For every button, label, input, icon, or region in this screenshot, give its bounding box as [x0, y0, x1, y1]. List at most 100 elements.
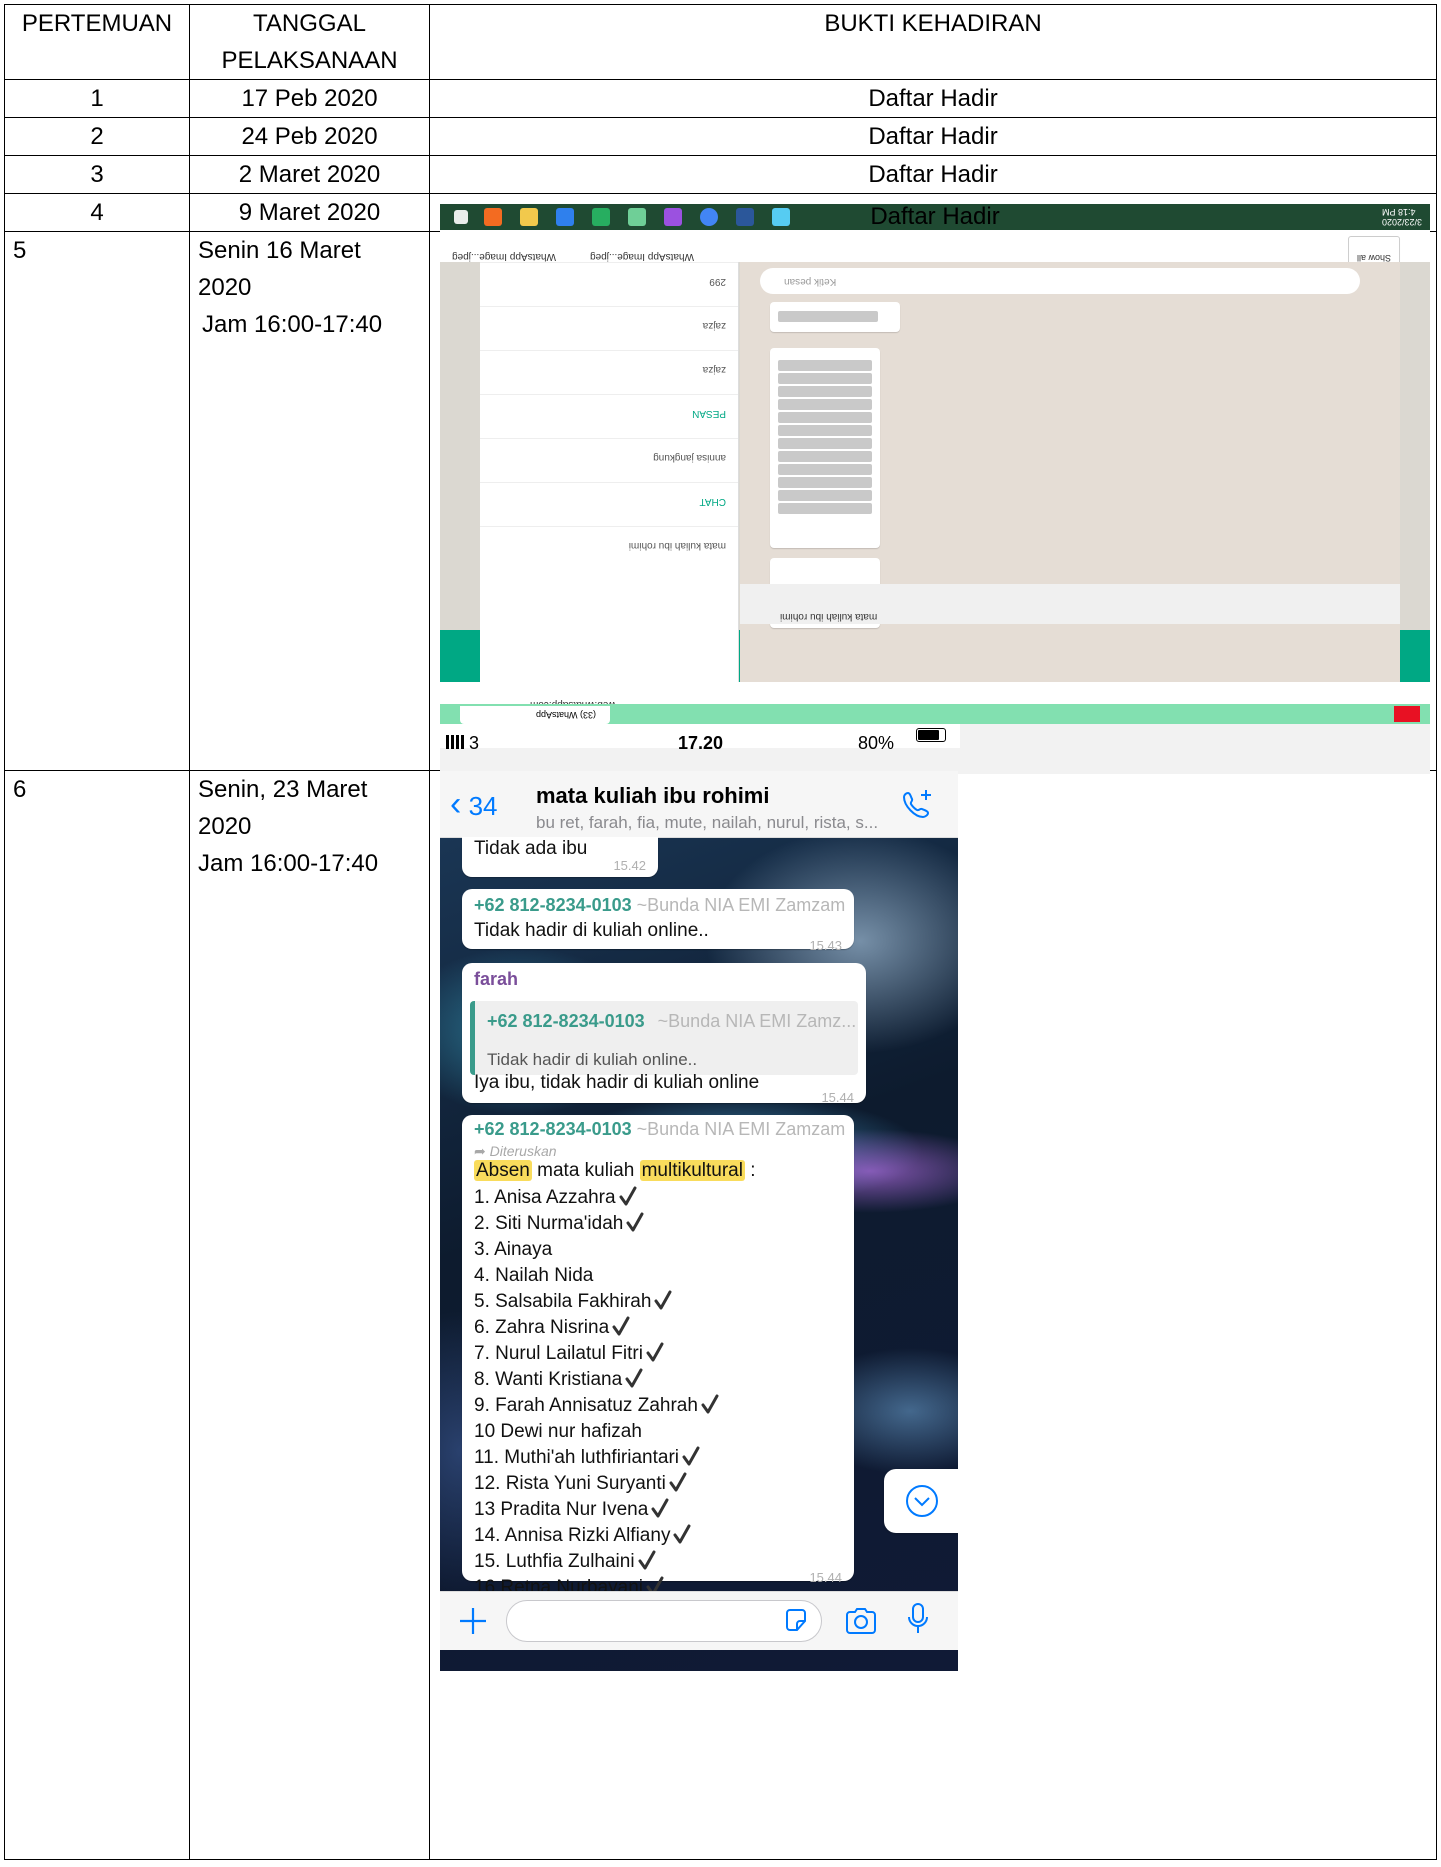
- checkmark-icon: [625, 1368, 643, 1388]
- table-row: 6 Senin, 23 Maret 2020 Jam 16:00-17:40 ‹…: [4, 770, 1437, 1860]
- chat-bubble: [770, 348, 880, 548]
- close-window-button[interactable]: [1394, 706, 1420, 722]
- sender-alias: ~Bunda NIA EMI Zamzam: [636, 1119, 846, 1139]
- message-sender: +62 812-8234-0103 ~Bunda NIA EMI Zamzam: [474, 893, 845, 917]
- chat-title: mata kuliah ibu rohimi: [780, 611, 878, 622]
- list-item: 12. Rista Yuni Suryanti: [474, 1471, 720, 1497]
- unread-count: 34: [468, 791, 498, 821]
- meeting-number: 1: [4, 79, 190, 118]
- student-name: 14. Annisa Rizki Alfiany: [474, 1525, 671, 1546]
- text-line: [778, 311, 878, 322]
- student-name: 10 Dewi nur hafizah: [474, 1421, 642, 1442]
- checkmark-icon: [619, 1186, 637, 1206]
- add-call-icon[interactable]: [900, 787, 934, 821]
- list-item[interactable]: zajza: [480, 350, 738, 394]
- list-item: 9. Farah Annisatuz Zahrah: [474, 1393, 720, 1419]
- sticker-icon[interactable]: [783, 1607, 809, 1633]
- student-name: 4. Nailah Nida: [474, 1265, 594, 1286]
- text-line: [778, 477, 872, 488]
- checkmark-icon: [626, 1212, 644, 1232]
- message-headline: Absen mata kuliah multikultural :: [474, 1159, 756, 1183]
- quote-sender: +62 812-8234-0103 ~Bunda NIA EMI Zamz...: [487, 1009, 856, 1033]
- phone-time: 17.20: [678, 733, 724, 753]
- forwarded-label: ➦ Diteruskan: [474, 1143, 557, 1159]
- student-name: 6. Zahra Nisrina: [474, 1317, 610, 1338]
- meeting-number: 3: [4, 155, 190, 194]
- meeting-date: 9 Maret 2020: [189, 193, 430, 232]
- browser-tab[interactable]: (33) WhatsApp: [460, 706, 610, 724]
- message-input[interactable]: [506, 1600, 822, 1642]
- checkmark-icon: [654, 1290, 672, 1310]
- list-item[interactable]: 299: [480, 262, 738, 306]
- list-item[interactable]: mata kuliah ibu rohimi: [480, 526, 738, 570]
- list-item: 10 Dewi nur hafizah: [474, 1419, 720, 1445]
- camera-icon[interactable]: [844, 1606, 878, 1636]
- text-line: [778, 464, 872, 475]
- list-item[interactable]: zajza: [480, 306, 738, 350]
- message-input[interactable]: Ketik pesan: [760, 268, 1360, 294]
- phone-screenshot-cell: ‹ 34 mata kuliah ibu rohimi bu ret, fara…: [429, 770, 1437, 1860]
- date-line: Senin 16 Maret: [198, 237, 361, 264]
- message-bubble: farah +62 812-8234-0103 ~Bunda NIA EMI Z…: [462, 963, 866, 1105]
- text-line: [778, 386, 872, 397]
- meeting-number: 6: [4, 770, 190, 1860]
- student-name: 12. Rista Yuni Suryanti: [474, 1473, 666, 1494]
- chrome-address-bar: web.whatsapp.com: [440, 682, 1430, 710]
- group-members[interactable]: bu ret, farah, fia, mute, nailah, nurul,…: [536, 813, 878, 833]
- forward-icon: ➦: [474, 1143, 486, 1159]
- message-text: Tidak hadir di kuliah online..: [474, 920, 709, 941]
- student-name: 5. Salsabila Fakhirah: [474, 1291, 652, 1312]
- chat-list: mata kuliah ibu rohimi CHAT annisa jangk…: [480, 262, 738, 570]
- attendance-list: 1. Anisa Azzahra 2. Siti Nurma'idah 3. Ain…: [474, 1185, 720, 1601]
- meeting-number: 2: [4, 117, 190, 156]
- message-text: Iya ibu, tidak hadir di kuliah online: [474, 1072, 760, 1093]
- meeting-date: 24 Peb 2020: [189, 117, 430, 156]
- list-item: 11. Muthi'ah luthfiriantari: [474, 1445, 720, 1471]
- student-name: 1. Anisa Azzahra: [474, 1187, 616, 1208]
- text-line: [778, 412, 872, 423]
- student-name: 15. Luthfia Zulhaini: [474, 1551, 635, 1572]
- header-row: PERTEMUAN TANGGAL PELAKSANAAN BUKTI KEHA…: [4, 4, 1437, 80]
- meeting-date: Senin 16 Maret 2020 Jam 16:00-17:40: [189, 231, 430, 771]
- chrome-tab-strip: (33) WhatsApp: [440, 704, 1430, 724]
- back-button[interactable]: ‹ 34: [450, 787, 498, 821]
- table-row: 3 2 Maret 2020 Daftar Hadir: [4, 155, 1437, 194]
- text-line: [778, 438, 872, 449]
- list-item: 6. Zahra Nisrina: [474, 1315, 720, 1341]
- message-text: Tidak ada ibu: [474, 838, 588, 859]
- desktop-screenshot-cell: 3/23/2020 4:18 PM Daftar Hadir WhatsApp …: [429, 204, 1437, 774]
- list-item: 2. Siti Nurma'idah: [474, 1211, 720, 1237]
- group-title[interactable]: mata kuliah ibu rohimi: [536, 783, 769, 809]
- list-item: 13 Pradita Nur Ivena: [474, 1497, 720, 1523]
- microphone-icon[interactable]: [906, 1602, 930, 1636]
- list-item: 1. Anisa Azzahra: [474, 1185, 720, 1211]
- signal-icon: [446, 735, 464, 749]
- list-item: 8. Wanti Kristiana: [474, 1367, 720, 1393]
- header-pertemuan: PERTEMUAN: [4, 4, 190, 80]
- list-item[interactable]: annisa jangkung: [480, 438, 738, 482]
- list-item: 5. Salsabila Fakhirah: [474, 1289, 720, 1315]
- list-item: 3. Ainaya: [474, 1237, 720, 1263]
- scroll-down-button[interactable]: [884, 1469, 958, 1533]
- student-name: 13 Pradita Nur Ivena: [474, 1499, 649, 1520]
- student-name: 8. Wanti Kristiana: [474, 1369, 623, 1390]
- sender-phone: +62 812-8234-0103: [474, 1119, 632, 1139]
- forwarded-text: Diteruskan: [489, 1143, 557, 1159]
- message-sender: +62 812-8234-0103 ~Bunda NIA EMI Zamzam: [474, 1117, 845, 1141]
- highlighted-word: Absen: [474, 1160, 532, 1181]
- quoted-message[interactable]: +62 812-8234-0103 ~Bunda NIA EMI Zamz...…: [470, 1001, 858, 1075]
- list-section: CHAT: [480, 482, 738, 526]
- message-time: 15.43: [809, 938, 842, 953]
- chat-header: ‹ 34 mata kuliah ibu rohimi bu ret, fara…: [440, 771, 958, 838]
- plus-icon[interactable]: [458, 1606, 488, 1636]
- date-line: Senin, 23 Maret: [198, 776, 368, 803]
- message-bubble: +62 812-8234-0103 ~Bunda NIA EMI Zamzam …: [462, 889, 854, 953]
- sender-alias: ~Bunda NIA EMI Zamzam: [636, 895, 846, 915]
- chat-bubble: [770, 302, 900, 332]
- desktop-screenshot: 3/23/2020 4:18 PM Daftar Hadir WhatsApp …: [440, 204, 1430, 774]
- date-line: 2020: [198, 813, 252, 840]
- headline-text: :: [750, 1160, 756, 1181]
- checkmark-icon: [701, 1394, 719, 1414]
- text-line: [778, 425, 872, 436]
- meeting-number: 5: [4, 231, 190, 771]
